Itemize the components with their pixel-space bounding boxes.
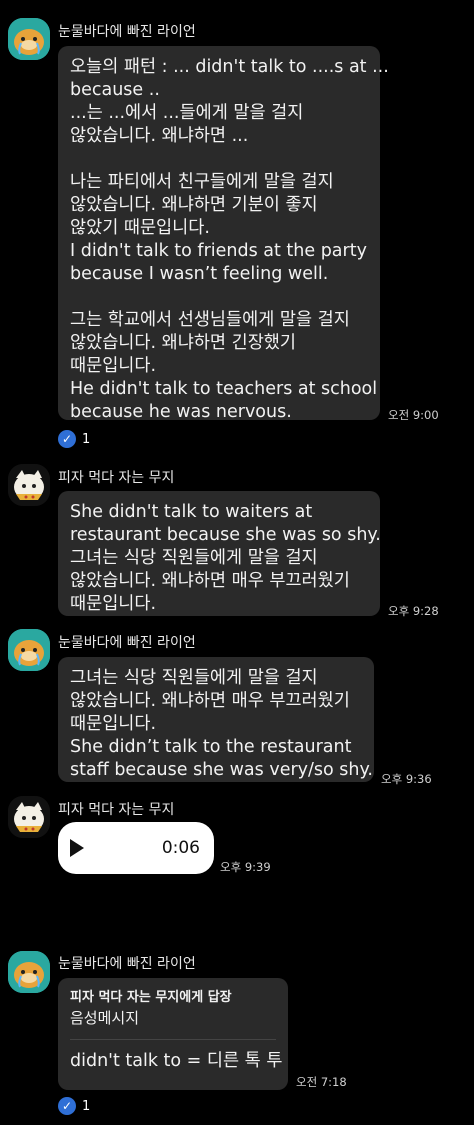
sender-name: 눈물바다에 빠진 라이언 bbox=[58, 956, 196, 972]
play-icon[interactable] bbox=[70, 839, 84, 857]
reaction-count: 1 bbox=[82, 431, 91, 447]
muzi-avatar-icon[interactable] bbox=[8, 796, 50, 838]
message-time: 오전 9:00 bbox=[388, 408, 439, 422]
message-time: 오후 9:36 bbox=[381, 772, 432, 786]
lion-avatar-icon[interactable] bbox=[8, 18, 50, 60]
message-line: She didn’t talk to the restaurant bbox=[70, 737, 352, 757]
check-icon: ✓ bbox=[58, 430, 76, 448]
sender-name: 눈물바다에 빠진 라이언 bbox=[58, 24, 196, 40]
sender-name: 피자 먹다 자는 무지 bbox=[58, 470, 175, 486]
message-line: 때문입니다. bbox=[70, 714, 157, 734]
message-line: He didn't talk to teachers at school bbox=[70, 379, 378, 399]
message-line: 때문입니다. bbox=[70, 356, 157, 376]
voice-duration: 0:06 bbox=[161, 838, 200, 858]
message-line: She didn't talk to waiters at bbox=[70, 502, 313, 522]
message-line: 않았습니다. 왜냐하면 매우 부끄러웠기 bbox=[70, 571, 350, 591]
check-icon: ✓ bbox=[58, 1097, 76, 1115]
muzi-avatar-icon[interactable] bbox=[8, 464, 50, 506]
message-line: 그녀는 식당 직원들에게 말을 걸지 bbox=[70, 548, 318, 568]
message-line: 때문입니다. bbox=[70, 594, 157, 614]
message-time: 오후 9:39 bbox=[220, 860, 271, 874]
message-text: didn't talk to = 디른 톡 투 bbox=[70, 1051, 283, 1071]
message-line: 오늘의 패턴 : ... didn't talk to ....s at ... bbox=[70, 57, 389, 77]
reaction-badge[interactable]: ✓ 1 bbox=[58, 428, 90, 450]
message-line: 않았기 때문입니다. bbox=[70, 218, 210, 238]
message-line: because .. bbox=[70, 80, 160, 100]
message-line: 그는 학교에서 선생님들에게 말을 걸지 bbox=[70, 310, 350, 330]
reply-target: 피자 먹다 자는 무지에게 답장 bbox=[70, 990, 232, 1005]
reply-message-bubble[interactable]: 피자 먹다 자는 무지에게 답장 음성메시지 didn't talk to = … bbox=[58, 978, 288, 1090]
lion-avatar-icon[interactable] bbox=[8, 629, 50, 671]
message-line: 않았습니다. 왜냐하면 ... bbox=[70, 126, 249, 146]
reaction-count: 1 bbox=[82, 1098, 91, 1114]
reply-quote: 음성메시지 bbox=[70, 1009, 140, 1027]
message-line: 않았습니다. 왜냐하면 기분이 좋지 bbox=[70, 195, 318, 215]
message-line: because he was nervous. bbox=[70, 402, 292, 422]
message-line: restaurant because she was so shy. bbox=[70, 525, 381, 545]
lion-avatar-icon[interactable] bbox=[8, 951, 50, 993]
message-line bbox=[70, 148, 368, 171]
message-bubble[interactable]: 그녀는 식당 직원들에게 말을 걸지 않았습니다. 왜냐하면 매우 부끄러웠기 … bbox=[58, 657, 374, 782]
message-time: 오후 9:28 bbox=[388, 604, 439, 618]
reaction-badge[interactable]: ✓ 1 bbox=[58, 1095, 90, 1117]
message-line: staff because she was very/so shy. bbox=[70, 760, 373, 780]
message-line: I didn't talk to friends at the party bbox=[70, 241, 367, 261]
reply-divider bbox=[70, 1039, 276, 1040]
message-line: ...는 ...에서 ...들에게 말을 걸지 bbox=[70, 103, 304, 123]
message-line: 그녀는 식당 직원들에게 말을 걸지 bbox=[70, 668, 318, 688]
message-line: because I wasn’t feeling well. bbox=[70, 264, 329, 284]
sender-name: 눈물바다에 빠진 라이언 bbox=[58, 635, 196, 651]
message-line: 않았습니다. 왜냐하면 긴장했기 bbox=[70, 333, 296, 353]
message-bubble[interactable]: 오늘의 패턴 : ... didn't talk to ....s at ...… bbox=[58, 46, 389, 422]
message-bubble[interactable]: She didn't talk to waiters at restaurant… bbox=[58, 491, 381, 616]
message-line bbox=[70, 286, 368, 309]
sender-name: 피자 먹다 자는 무지 bbox=[58, 802, 175, 818]
message-line: 나는 파티에서 친구들에게 말을 걸지 bbox=[70, 172, 334, 192]
message-time: 오전 7:18 bbox=[296, 1075, 347, 1089]
voice-message-bubble[interactable]: 0:06 bbox=[58, 822, 214, 874]
message-line: 않았습니다. 왜냐하면 매우 부끄러웠기 bbox=[70, 691, 350, 711]
